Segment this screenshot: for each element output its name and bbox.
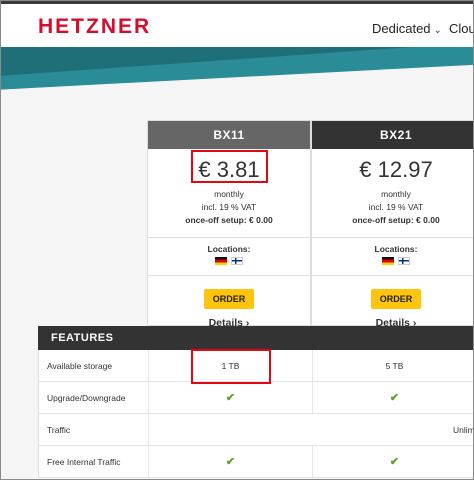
check-icon: ✔ <box>389 392 400 404</box>
divider <box>312 237 473 238</box>
browser-frame: HETZNER Dedicated ⌄ Clou BX11 € 3.81 mont… <box>0 0 474 480</box>
feature-label: Traffic <box>47 425 71 435</box>
table-row: Upgrade/Downgrade ✔ ✔ <box>38 382 473 414</box>
site-header: HETZNER Dedicated ⌄ Clou <box>1 1 473 47</box>
finland-flag-icon <box>231 257 243 265</box>
hero-banner <box>1 47 473 91</box>
germany-flag-icon <box>382 257 394 265</box>
check-icon: ✔ <box>389 456 400 468</box>
nav-cloud[interactable]: Clou <box>449 21 473 36</box>
divider <box>148 414 149 446</box>
locations-label: Locations: <box>207 244 251 254</box>
feature-label: Available storage <box>47 361 113 371</box>
setup-fee: once-off setup: € 0.00 <box>352 215 440 225</box>
hetzner-logo[interactable]: HETZNER <box>38 15 151 39</box>
divider <box>148 237 310 238</box>
location-flags <box>148 257 310 267</box>
feature-label: Free Internal Traffic <box>47 457 121 467</box>
finland-flag-icon <box>398 257 410 265</box>
chevron-down-icon: ⌄ <box>433 25 442 36</box>
storage-highlight-box <box>191 349 271 384</box>
product-name: BX21 <box>312 121 473 149</box>
price-highlight-box <box>191 150 268 183</box>
price-period: monthly <box>381 189 411 199</box>
table-row: Free Internal Traffic ✔ ✔ <box>38 446 473 478</box>
divider <box>312 275 473 276</box>
feature-value-shared: Unlim <box>453 425 474 435</box>
table-row: Traffic Unlim <box>38 414 474 446</box>
locations-label: Locations: <box>374 244 418 254</box>
product-card-bx21: BX21 € 12.97 monthly incl. 19 % VAT once… <box>311 120 473 329</box>
location-flags <box>312 257 473 267</box>
price-vat: incl. 19 % VAT <box>368 202 424 212</box>
feature-value-bx21: 5 TB <box>385 361 404 371</box>
setup-fee: once-off setup: € 0.00 <box>185 215 273 225</box>
germany-flag-icon <box>215 257 227 265</box>
order-button[interactable]: ORDER <box>204 289 254 309</box>
check-icon: ✔ <box>225 456 236 468</box>
features-header: FEATURES <box>38 326 473 350</box>
nav-dedicated-label: Dedicated <box>372 21 431 36</box>
order-button[interactable]: ORDER <box>371 289 421 309</box>
divider <box>148 275 310 276</box>
price-period: monthly <box>214 189 244 199</box>
feature-label: Upgrade/Downgrade <box>47 393 126 403</box>
check-icon: ✔ <box>225 392 236 404</box>
product-price: € 12.97 <box>359 157 433 182</box>
nav-dedicated[interactable]: Dedicated ⌄ <box>372 21 442 36</box>
price-vat: incl. 19 % VAT <box>201 202 257 212</box>
product-name: BX11 <box>148 121 310 149</box>
